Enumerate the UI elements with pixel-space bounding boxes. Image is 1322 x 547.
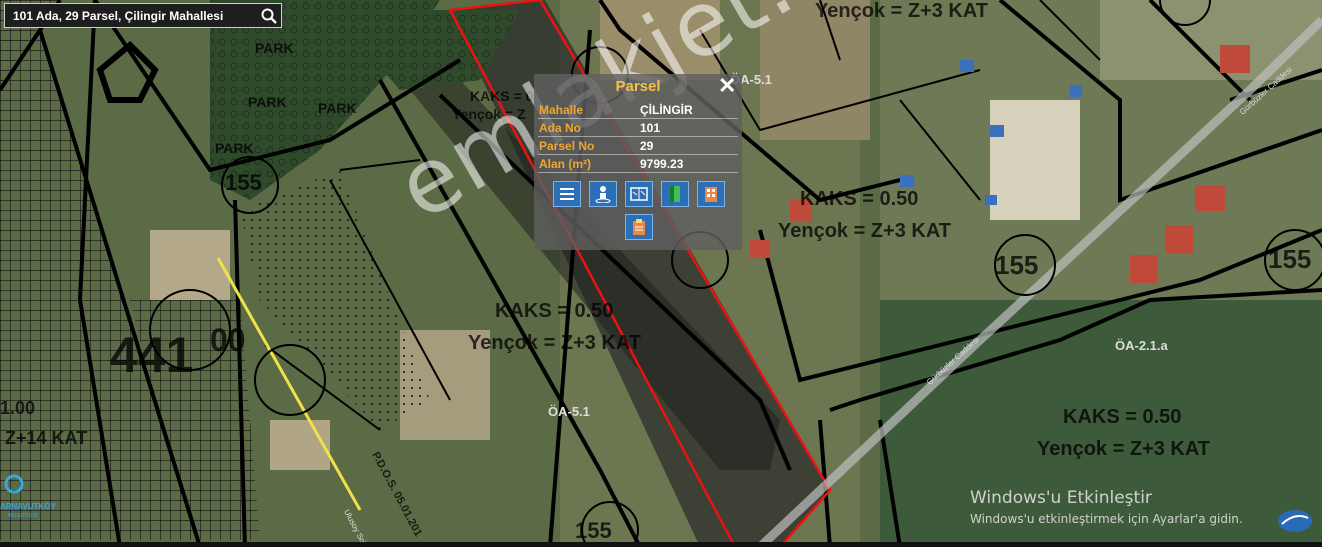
street-view-icon: [595, 186, 611, 203]
zoning-label: 1.00: [0, 398, 36, 418]
search-bar[interactable]: 101 Ada, 29 Parsel, Çilingir Mahallesi: [4, 3, 282, 28]
door-icon: [670, 186, 680, 202]
building-button[interactable]: [697, 181, 725, 207]
clipboard-button[interactable]: [625, 214, 653, 240]
block-number-label: 155: [995, 250, 1039, 280]
list-button[interactable]: [553, 181, 581, 207]
parsel-no-label: Parsel No: [538, 136, 639, 155]
table-row: Parsel No 29: [538, 136, 738, 155]
list-icon: [560, 188, 574, 200]
park-label: PARK: [255, 40, 294, 56]
ada-no-value: 101: [639, 118, 738, 137]
map-book-icon: [630, 187, 648, 201]
door-button[interactable]: [661, 181, 689, 207]
clipboard-icon: [633, 219, 645, 235]
block-number-label: 00: [210, 322, 246, 358]
zone-code-label: ÖA-5.1: [548, 404, 590, 419]
zoning-label: Yençok = Z+3 KAT: [1037, 438, 1211, 460]
mahalle-value: ÇİLİNGİR: [639, 101, 738, 119]
table-row: Alan (m²) 9799.23: [538, 154, 738, 173]
park-label: PARK: [215, 140, 254, 156]
building-icon: [705, 187, 717, 202]
popup-title: Parsel: [615, 78, 661, 95]
zoning-label: KAKS = 0.50: [800, 188, 919, 210]
activation-title: Windows'u Etkinleştir: [970, 488, 1152, 508]
parcel-info-table: Mahalle ÇİLİNGİR Ada No 101 Parsel No 29…: [538, 101, 738, 173]
map-book-button[interactable]: [625, 181, 653, 207]
block-number-label: 155: [1268, 244, 1312, 274]
park-label: PARK: [318, 100, 357, 116]
search-icon[interactable]: [257, 5, 281, 27]
alan-value: 9799.23: [639, 154, 738, 173]
table-row: Mahalle ÇİLİNGİR: [538, 101, 738, 119]
activation-subtitle: Windows'u etkinleştirmek için Ayarlar'a …: [970, 512, 1243, 526]
windows-activation-notice: Windows'u Etkinleştir Windows'u etkinleş…: [970, 488, 1243, 526]
block-number-label: 155: [225, 170, 262, 195]
zoning-label: KAKS = 0.50: [495, 300, 614, 322]
bottom-bar: [0, 542, 1322, 547]
parcel-popup: Parsel ✕ Mahalle ÇİLİNGİR Ada No 101 Par…: [534, 74, 742, 250]
zoning-label: Yençok = Z+3 KAT: [468, 332, 642, 354]
logo-text: ARNAVUTKÖY: [0, 502, 56, 511]
zoning-label: Yençok = Z+3 KAT: [778, 220, 952, 242]
park-label: PARK: [248, 94, 287, 110]
block-number-label: 155: [575, 518, 612, 543]
zoning-label: KAKS = 0.50: [1063, 406, 1182, 428]
alan-label: Alan (m²): [538, 154, 639, 173]
ada-no-label: Ada No: [538, 118, 639, 137]
block-number-label: 441: [110, 327, 194, 383]
mahalle-label: Mahalle: [538, 101, 639, 119]
municipality-logo: ARNAVUTKÖY BELEDİYESİ: [0, 466, 56, 526]
street-view-button[interactable]: [589, 181, 617, 207]
zoning-label: Z+14 KAT: [5, 428, 88, 448]
close-icon[interactable]: ✕: [718, 75, 736, 97]
logo-subtext: BELEDİYESİ: [8, 513, 38, 519]
search-input[interactable]: 101 Ada, 29 Parsel, Çilingir Mahallesi: [13, 9, 257, 23]
parsel-no-value: 29: [639, 136, 738, 155]
windows-tray-icon: [1278, 510, 1312, 532]
zone-code-label: ÖA-2.1.a: [1115, 338, 1168, 353]
table-row: Ada No 101: [538, 118, 738, 137]
